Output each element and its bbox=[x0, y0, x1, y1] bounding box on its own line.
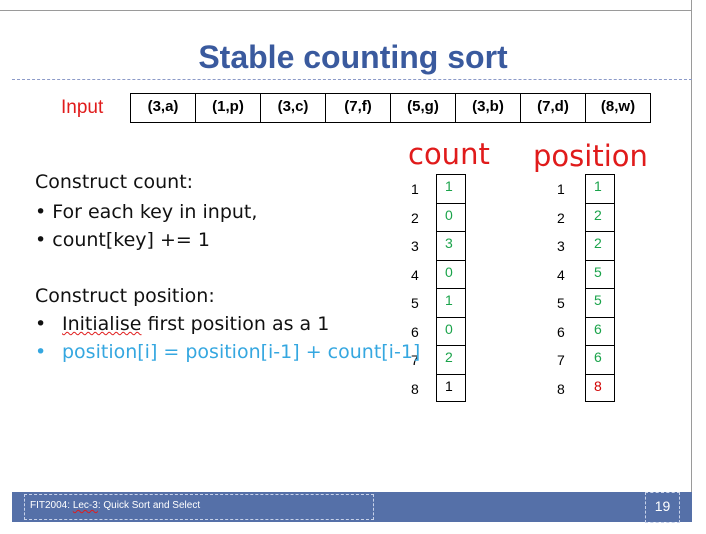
bullet-glyph: • bbox=[35, 201, 47, 223]
position-index: 6 bbox=[557, 323, 565, 340]
count-row: 51 bbox=[408, 288, 466, 317]
count-cell: 0 bbox=[436, 259, 466, 288]
count-cell: 2 bbox=[436, 345, 466, 374]
bullet-item: • count[key] += 1 bbox=[35, 229, 210, 251]
count-cell: 1 bbox=[436, 174, 466, 203]
input-cell: (3,c) bbox=[261, 94, 326, 122]
position-index: 4 bbox=[557, 266, 565, 283]
position-cell: 2 bbox=[585, 202, 615, 231]
input-cell: (8,w) bbox=[600, 98, 636, 115]
footer-course-text: FIT2004: Lec-3: Quick Sort and Select bbox=[30, 500, 201, 511]
count-cell: 1 bbox=[436, 288, 466, 317]
input-cell: (5,g) bbox=[391, 94, 456, 122]
position-row: 45 bbox=[557, 259, 615, 288]
position-index: 5 bbox=[557, 295, 565, 311]
bullet-item: • For each key in input, bbox=[35, 201, 257, 223]
input-cell: (3,a) bbox=[131, 94, 196, 122]
count-index: 2 bbox=[411, 209, 419, 226]
count-index: 1 bbox=[411, 181, 419, 197]
page-number: 19 bbox=[654, 498, 671, 514]
bullet-text: For each key in input, bbox=[52, 201, 258, 223]
count-cell: 0 bbox=[436, 316, 466, 345]
position-row: 66 bbox=[557, 316, 615, 345]
count-row: 81 bbox=[408, 373, 466, 402]
position-index: 1 bbox=[557, 181, 565, 197]
bullet-text: position[i] = position[i-1] + count[i-1] bbox=[62, 341, 421, 363]
count-cell: 3 bbox=[436, 231, 466, 260]
count-row: 20 bbox=[408, 202, 466, 231]
position-header: position bbox=[533, 139, 648, 173]
input-cell: (3,b) bbox=[456, 94, 521, 122]
position-cell: 2 bbox=[585, 231, 615, 260]
slide: Stable counting sort Input (3,a) (1,p) (… bbox=[0, 0, 706, 534]
count-index: 5 bbox=[411, 295, 419, 311]
count-cell: 0 bbox=[436, 202, 466, 231]
position-index: 3 bbox=[557, 238, 565, 254]
count-row: 11 bbox=[408, 174, 466, 203]
bullet-item: • position[i] = position[i-1] + count[i-1… bbox=[35, 341, 420, 363]
count-row: 33 bbox=[408, 231, 466, 260]
count-cell: 1 bbox=[436, 373, 466, 402]
position-index: 2 bbox=[557, 209, 565, 226]
count-row: 40 bbox=[408, 259, 466, 288]
position-row: 76 bbox=[557, 345, 615, 374]
position-cell: 6 bbox=[585, 345, 615, 374]
position-cell: 6 bbox=[585, 316, 615, 345]
position-cell: 5 bbox=[585, 288, 615, 317]
input-cell: (7,f) bbox=[326, 94, 391, 122]
position-cell: 5 bbox=[585, 259, 615, 288]
input-cell: (1,p) bbox=[196, 94, 261, 122]
bullet-text: first position as a 1 bbox=[141, 313, 330, 335]
construct-count-heading: Construct count: bbox=[35, 171, 194, 193]
count-header: count bbox=[408, 137, 490, 171]
count-array: 11 20 33 40 51 60 72 81 bbox=[408, 174, 466, 402]
position-cell: 8 bbox=[585, 373, 615, 402]
position-row: 88 bbox=[557, 373, 615, 402]
position-row: 32 bbox=[557, 231, 615, 260]
count-index: 3 bbox=[411, 238, 419, 254]
position-row: 22 bbox=[557, 202, 615, 231]
title-divider bbox=[12, 79, 692, 80]
position-index: 8 bbox=[557, 380, 565, 397]
bullet-text: count[key] += 1 bbox=[52, 229, 210, 251]
spellcheck-word: Initialise bbox=[62, 313, 142, 335]
bullet-item: • Initialise first position as a 1 bbox=[35, 313, 329, 335]
position-index: 7 bbox=[557, 352, 565, 368]
position-row: 11 bbox=[557, 174, 615, 203]
position-row: 55 bbox=[557, 288, 615, 317]
slide-edge bbox=[0, 10, 692, 11]
count-index: 8 bbox=[411, 380, 419, 397]
bullet-glyph: • bbox=[35, 229, 47, 251]
input-cell: (7,d) bbox=[521, 94, 586, 122]
slide-title: Stable counting sort bbox=[198, 39, 508, 75]
position-array: 11 22 32 45 55 66 76 88 bbox=[557, 174, 615, 402]
bullet-glyph: • bbox=[35, 313, 47, 335]
bullet-glyph: • bbox=[35, 341, 47, 363]
construct-position-heading: Construct position: bbox=[35, 285, 215, 307]
count-index: 4 bbox=[411, 266, 419, 283]
input-label: Input bbox=[61, 97, 104, 118]
spellcheck-word: Lec-3 bbox=[72, 500, 98, 511]
position-cell: 1 bbox=[585, 174, 615, 203]
input-array: (3,a) (1,p) (3,c) (7,f) (5,g) (3,b) (7,d… bbox=[130, 93, 651, 123]
